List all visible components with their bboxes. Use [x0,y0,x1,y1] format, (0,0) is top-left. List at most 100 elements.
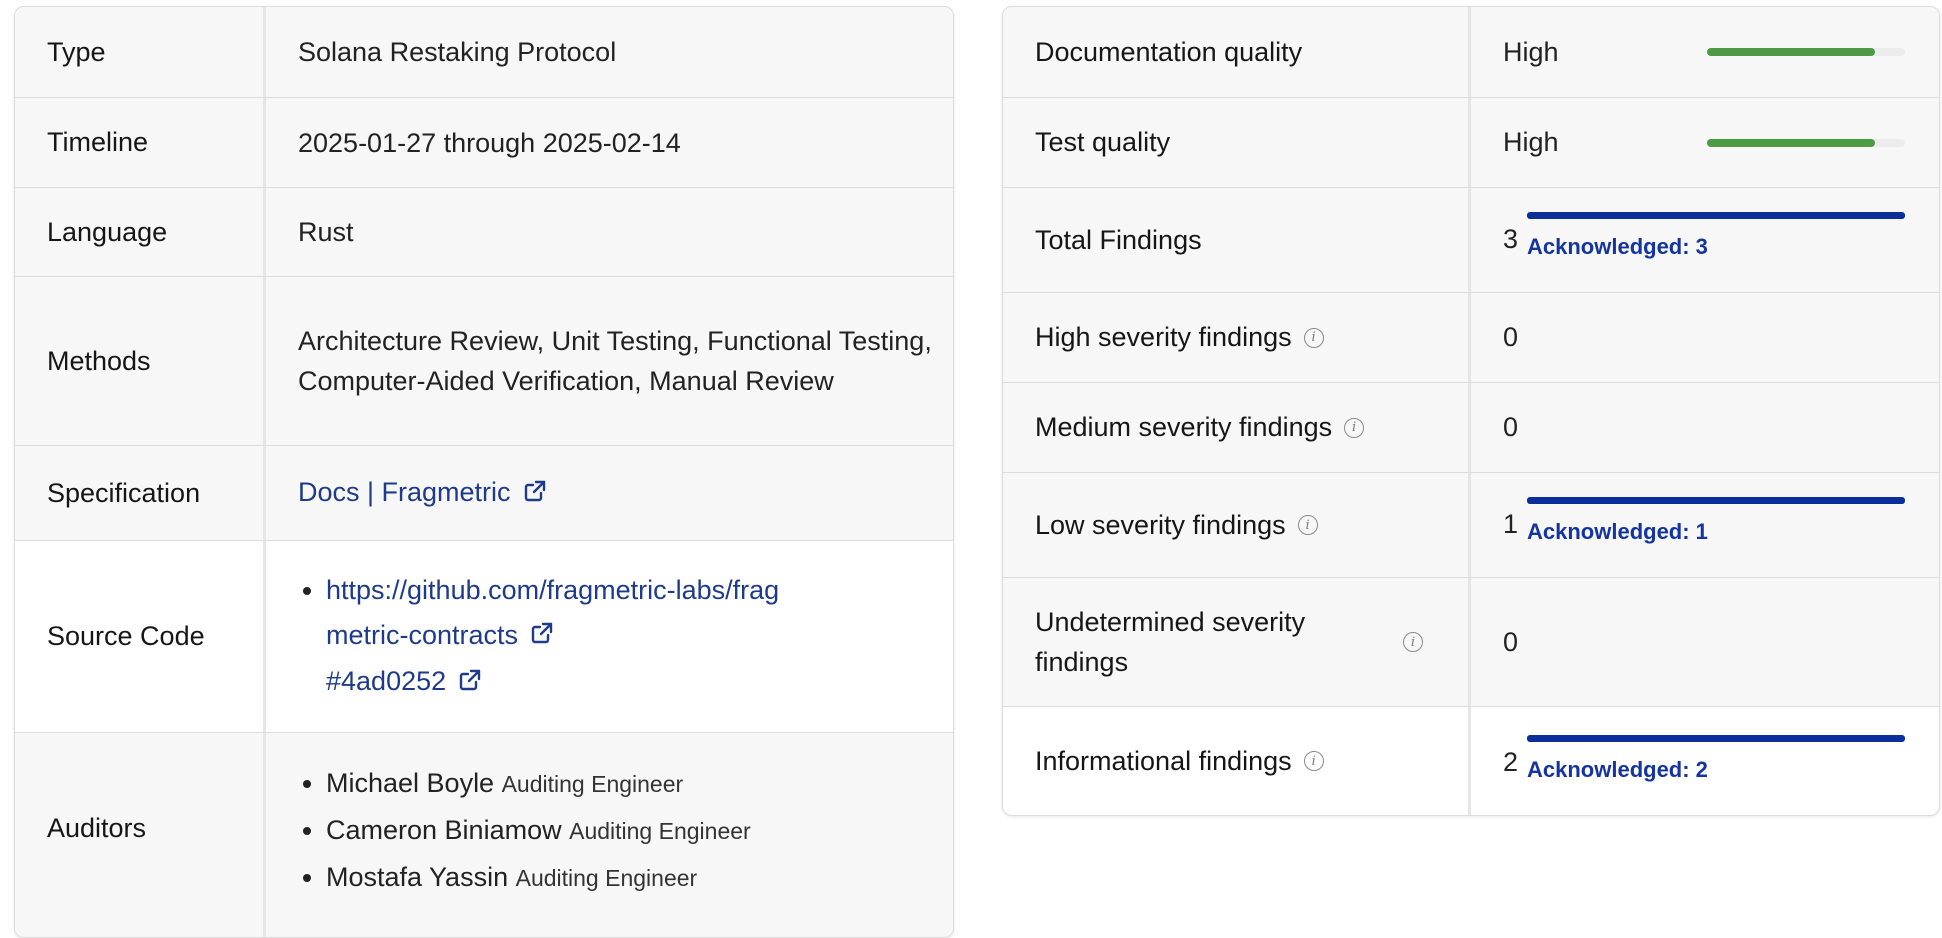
documentation-quality-row: Documentation quality High [1003,7,1939,98]
column-divider [1468,707,1471,815]
specification-label: Specification [47,477,201,508]
source-code-value: https://github.com/fragmetric-labs/fragm… [298,541,933,732]
informational-label-text: Informational findings [1035,745,1292,776]
acknowledged-status: Acknowledged: 1 [1527,519,1708,544]
documentation-quality-label: Documentation quality [1035,36,1303,67]
column-divider [263,446,266,540]
high-severity-row: High severity findings i 0 [1003,293,1939,383]
undetermined-severity-count: 0 [1503,626,1519,657]
column-divider [263,98,266,187]
external-link-icon [530,614,554,659]
type-label: Type [47,36,106,67]
info-icon[interactable]: i [1344,417,1365,438]
medium-severity-label-text: Medium severity findings [1035,412,1333,442]
info-icon[interactable]: i [1403,632,1423,652]
external-link-icon [458,661,482,706]
specification-row: Specification Docs | Fragmetric [15,446,953,541]
column-divider [1468,98,1471,187]
column-divider [1468,293,1471,382]
high-severity-count: 0 [1503,322,1519,352]
commit-link[interactable]: #4ad0252 [326,666,482,696]
auditors-label: Auditors [47,813,147,843]
timeline-row: Timeline 2025-01-27 through 2025-02-14 [15,98,953,188]
test-quality-label: Test quality [1035,127,1171,157]
test-quality-bar [1707,139,1905,147]
findings-summary-card: Documentation quality High Test quality … [1002,6,1940,816]
type-row: Type Solana Restaking Protocol [15,7,953,98]
undetermined-severity-row: Undetermined severity findings i 0 [1003,578,1939,707]
auditor-name: Cameron Biniamow [326,815,562,845]
info-icon[interactable]: i [1297,515,1318,535]
column-divider [263,733,266,937]
low-severity-count: 1 [1503,509,1519,539]
test-quality-row: Test quality High [1003,98,1939,188]
auditor-item: Michael Boyle Auditing Engineer [326,760,751,807]
undetermined-severity-label: Undetermined severity findings i [1035,578,1435,706]
auditor-item: Cameron Biniamow Auditing Engineer [326,807,751,854]
auditors-list: Michael Boyle Auditing Engineer Cameron … [298,760,751,901]
test-quality-value: High [1503,127,1559,157]
auditor-role: Auditing Engineer [501,771,684,797]
low-severity-row: Low severity findings i 1 Acknowledged: 1 [1003,473,1939,578]
acknowledged-status: Acknowledged: 2 [1527,757,1708,782]
auditor-role: Auditing Engineer [569,818,751,844]
column-divider [263,541,266,732]
medium-severity-count: 0 [1503,412,1519,442]
total-findings-row: Total Findings 3 Acknowledged: 3 [1003,188,1939,293]
timeline-value: 2025-01-27 through 2025-02-14 [298,127,681,158]
column-divider [1468,473,1471,577]
type-value: Solana Restaking Protocol [298,37,617,67]
specification-link[interactable]: Docs | Fragmetric [298,472,547,514]
column-divider [263,188,266,276]
auditors-value: Michael Boyle Auditing Engineer Cameron … [298,733,933,937]
auditor-item: Mostafa Yassin Auditing Engineer [326,854,751,901]
low-severity-label-text: Low severity findings [1035,509,1286,540]
auditor-name: Mostafa Yassin [326,862,509,892]
methods-value: Architecture Review, Unit Testing, Funct… [298,326,932,396]
documentation-quality-value: High [1503,36,1559,67]
column-divider [1468,7,1471,97]
informational-label: Informational findings i [1035,707,1324,815]
acknowledged-bar [1527,497,1905,504]
audit-overview-card: Type Solana Restaking Protocol Timeline … [14,6,954,938]
acknowledged-bar [1527,735,1905,742]
column-divider [1468,188,1471,292]
timeline-label: Timeline [47,127,149,157]
informational-count: 2 [1503,747,1519,777]
column-divider [1468,578,1471,706]
specification-value: Docs | Fragmetric [298,446,933,540]
auditor-name: Michael Boyle [326,768,495,798]
high-severity-label: High severity findings i [1035,293,1324,382]
list-item: https://github.com/fragmetric-labs/fragm… [326,568,786,706]
info-icon[interactable]: i [1303,751,1324,771]
column-divider [263,277,266,445]
documentation-quality-bar-fill [1707,48,1876,56]
repository-link[interactable]: https://github.com/fragmetric-labs/fragm… [326,575,779,650]
auditors-row: Auditors Michael Boyle Auditing Engineer… [15,733,953,937]
acknowledged-status: Acknowledged: 3 [1527,234,1708,259]
methods-label: Methods [47,345,151,376]
language-row: Language Rust [15,188,953,277]
auditor-role: Auditing Engineer [515,865,698,891]
acknowledged-bar [1527,212,1905,219]
high-severity-label-text: High severity findings [1035,322,1292,352]
informational-row: Informational findings i 2 Acknowledged: … [1003,707,1939,815]
info-icon[interactable]: i [1303,327,1324,348]
total-findings-label: Total Findings [1035,224,1202,255]
specification-link-text: Docs | Fragmetric [298,477,511,508]
documentation-quality-bar [1707,48,1905,56]
language-value: Rust [298,217,354,247]
column-divider [1468,383,1471,472]
total-findings-count: 3 [1503,224,1519,254]
language-label: Language [47,216,168,247]
source-code-label: Source Code [47,621,205,651]
source-code-list: https://github.com/fragmetric-labs/fragm… [298,568,786,706]
column-divider [263,7,266,97]
medium-severity-row: Medium severity findings i 0 [1003,383,1939,473]
low-severity-label: Low severity findings i [1035,473,1318,577]
medium-severity-label: Medium severity findings i [1035,383,1365,472]
commit-link-text: #4ad0252 [326,666,447,697]
methods-row: Methods Architecture Review, Unit Testin… [15,277,953,446]
undetermined-severity-label-text: Undetermined severity findings [1035,607,1306,677]
external-link-icon [523,474,547,514]
